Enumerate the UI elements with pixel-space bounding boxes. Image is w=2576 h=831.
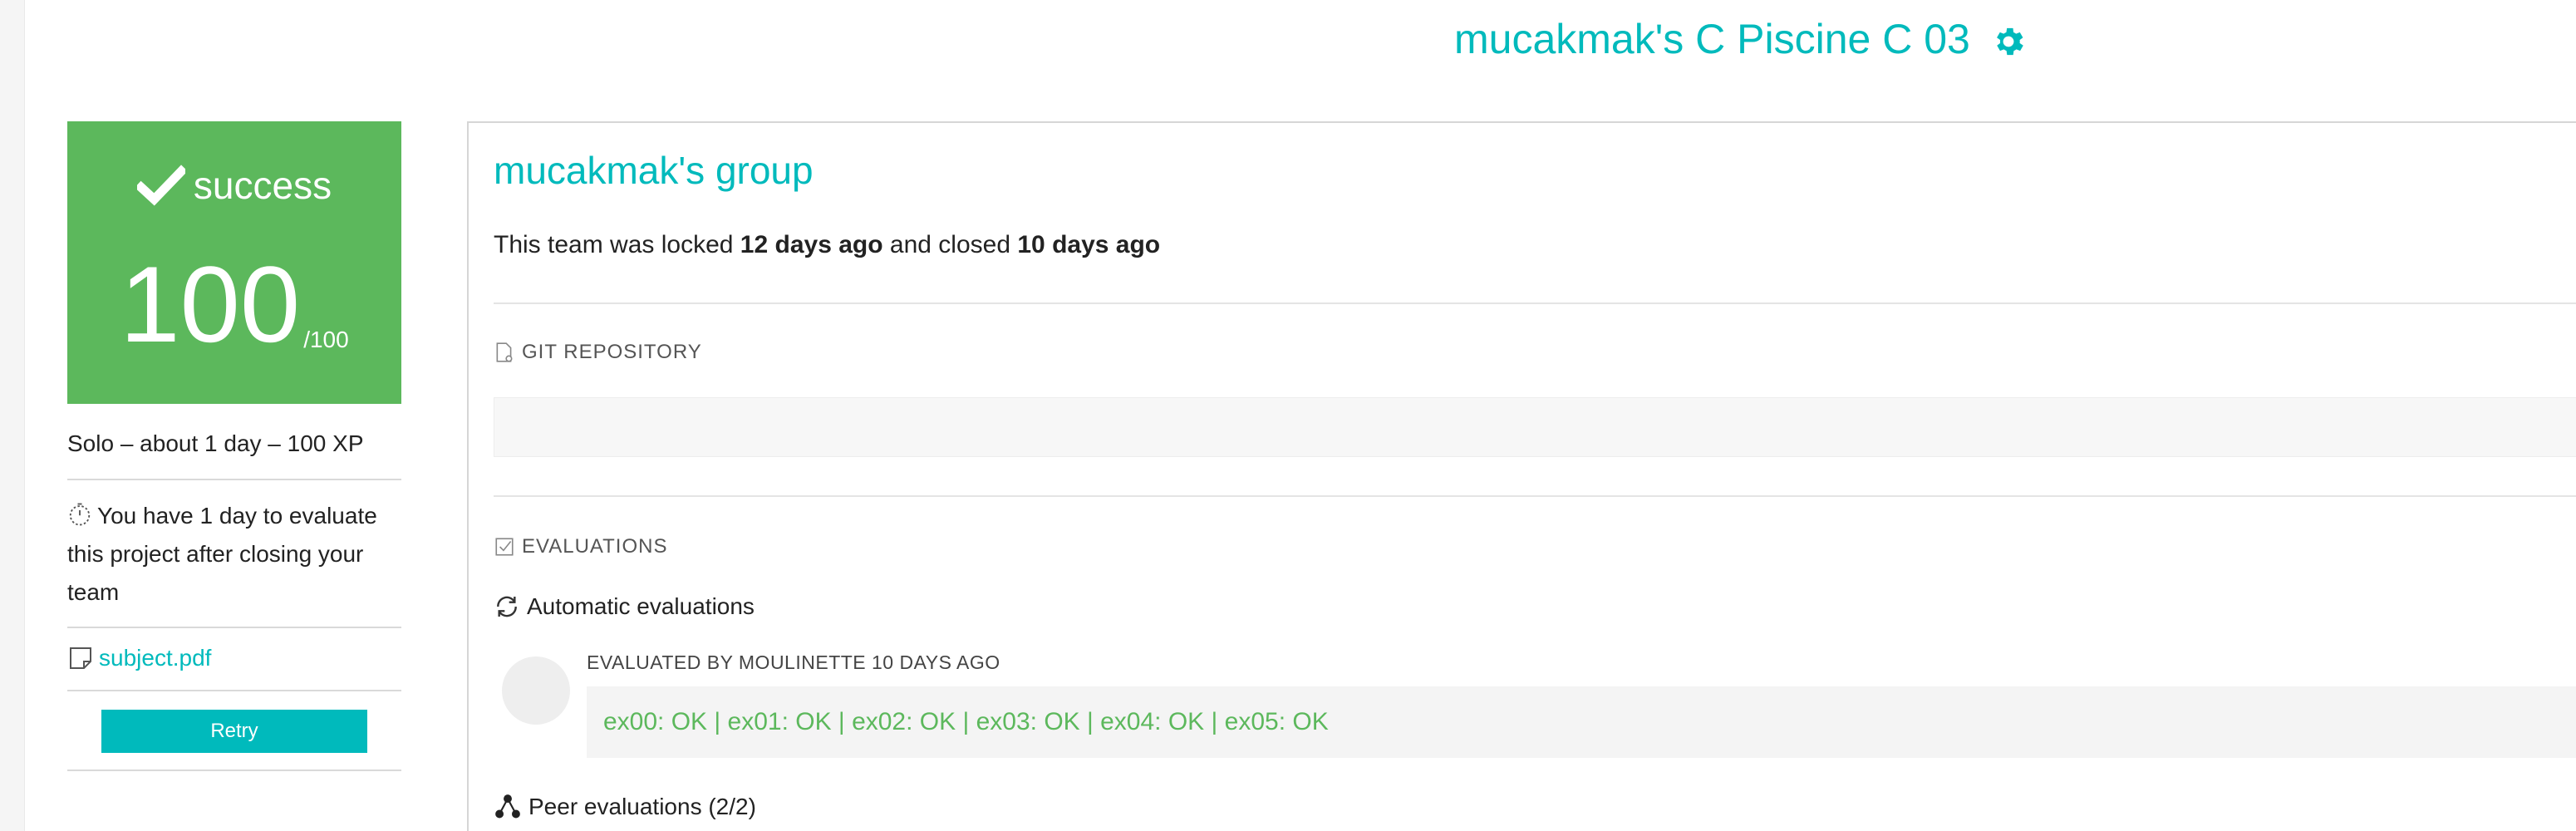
team-status-prefix: This team was locked — [494, 231, 734, 258]
project-sidebar: success 100 /100 Solo – about 1 day – 10… — [67, 121, 401, 771]
score-box: success 100 /100 — [67, 121, 401, 404]
document-icon — [70, 647, 91, 669]
status-text: success — [193, 164, 332, 207]
peer-evaluations-text: Peer evaluations (2/2) — [528, 794, 756, 819]
stopwatch-icon — [69, 503, 91, 526]
project-title: mucakmak's C Piscine C 03 — [1454, 16, 1970, 62]
evaluations-label: EVALUATIONS — [494, 535, 667, 558]
file-icon — [496, 342, 513, 362]
divider — [494, 302, 2576, 304]
team-status-mid: and closed — [889, 231, 1011, 258]
left-rail — [0, 0, 25, 831]
evaluated-by: EVALUATED BY MOULINETTE 10 DAYS AGO — [587, 652, 1000, 673]
checkbox-icon — [495, 538, 514, 556]
checkmark-icon — [136, 165, 185, 206]
divider — [494, 495, 2576, 497]
locked-ago: 12 days ago — [740, 231, 883, 258]
automatic-evaluations-text: Automatic evaluations — [527, 593, 755, 619]
gear-icon[interactable] — [1990, 23, 2027, 60]
team-status: This team was locked 12 days ago and clo… — [494, 231, 1160, 259]
git-repository-label: GIT REPOSITORY — [494, 341, 702, 364]
retry-button[interactable]: Retry — [101, 710, 367, 753]
peer-evaluations-label: Peer evaluations (2/2) — [494, 793, 756, 821]
notice-text: You have 1 day to evaluate this project … — [67, 503, 377, 605]
evaluation-notice: You have 1 day to evaluate this project … — [67, 497, 401, 628]
evaluator-avatar — [502, 656, 570, 725]
evaluation-result: ex00: OK | ex01: OK | ex02: OK | ex03: O… — [587, 686, 2576, 758]
status-row: success — [67, 163, 401, 208]
score-max: /100 — [303, 327, 349, 352]
group-title: mucakmak's group — [494, 149, 814, 192]
score-row: 100 /100 — [67, 250, 401, 358]
evaluations-label-text: EVALUATIONS — [522, 535, 668, 558]
score-value: 100 — [120, 243, 301, 365]
page-header: mucakmak's C Piscine C 03 — [0, 7, 2576, 65]
git-label-text: GIT REPOSITORY — [522, 341, 702, 363]
network-icon — [495, 794, 520, 819]
closed-ago: 10 days ago — [1017, 231, 1161, 258]
subject-link[interactable]: subject.pdf — [99, 645, 211, 671]
team-panel: mucakmak's group This team was locked 12… — [467, 121, 2576, 831]
git-repository-field[interactable] — [494, 397, 2576, 457]
retry-section: Retry — [67, 691, 401, 771]
project-meta: Solo – about 1 day – 100 XP — [67, 430, 401, 480]
automatic-evaluations-label: Automatic evaluations — [494, 593, 755, 620]
subject-row: subject.pdf — [67, 645, 401, 691]
refresh-icon — [497, 596, 517, 617]
